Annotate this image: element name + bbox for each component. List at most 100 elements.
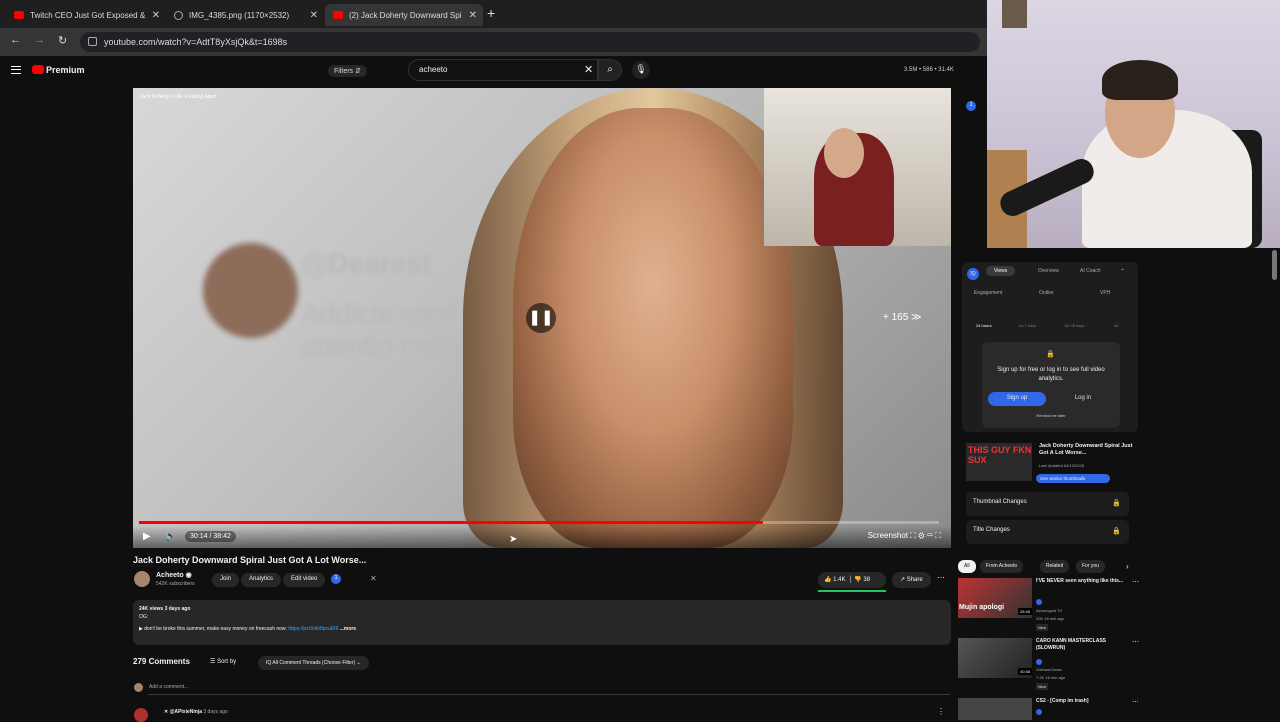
signup-overlay: 🔒 Sign up for free or log in to see full… — [982, 342, 1120, 428]
badge-icon — [1036, 709, 1042, 715]
tab-title: (2) Jack Doherty Downward Spi — [349, 10, 462, 20]
channel-name: GothamChess — [1036, 667, 1062, 672]
edit-video-button[interactable]: Edit video — [283, 573, 326, 587]
divider — [148, 694, 950, 695]
search-button[interactable]: ⌕ — [598, 59, 622, 81]
thumbnail-changes-row[interactable]: Thumbnail Changes 🔒 — [966, 492, 1129, 516]
tab-overview[interactable]: Overview — [1038, 268, 1059, 274]
sort-icon: ☰ — [210, 659, 216, 665]
blurred-avatar — [203, 243, 298, 338]
video-thumbnail[interactable]: THIS GUY FKN SUX — [966, 443, 1032, 481]
tab-views[interactable]: Views — [986, 266, 1016, 276]
signup-button[interactable]: Sign up — [988, 392, 1046, 406]
more-actions-icon[interactable]: ⋯ — [937, 573, 945, 582]
close-icon[interactable]: ✕ — [310, 10, 318, 21]
chevron-right-icon[interactable]: › — [1126, 562, 1129, 571]
more-link[interactable]: ...more — [340, 626, 356, 632]
url-bar[interactable]: youtube.com/watch?v=AdtT8yXsjQk&t=1698s — [80, 32, 980, 52]
share-button[interactable]: ↗ Share — [892, 572, 931, 588]
channel-name: Asmongold TV — [1036, 608, 1063, 613]
mic-icon[interactable]: 🎙 — [632, 61, 650, 79]
add-comment-input[interactable]: Add a comment... — [149, 684, 188, 690]
thumbs-up-icon: 👍 — [824, 577, 832, 583]
join-button[interactable]: Join — [212, 573, 240, 587]
recommended-video[interactable]: 40:48 CARO KANN MASTERCLASS (SLOWRUN) Go… — [958, 638, 1139, 693]
player-right-controls[interactable]: Screenshot ⛶ ⚙ ▭ ⛶ — [868, 531, 941, 541]
like-dislike-button[interactable]: 👍 1.4K │ 👎 38 — [818, 572, 886, 588]
filters-button[interactable]: Filters ⇵ — [328, 65, 367, 77]
blurred-tweet-handle: @Dearest — [301, 248, 432, 279]
video-meta: 20K 18 min ago — [1036, 616, 1065, 621]
comment-author[interactable]: @APixieNinja — [170, 709, 202, 715]
youtube-icon — [14, 11, 24, 19]
chip-from-channel[interactable]: From Acheeto — [980, 560, 1024, 573]
range-7d[interactable]: 1st 7 days — [1018, 323, 1036, 328]
pause-icon[interactable]: ❚❚ — [526, 303, 556, 333]
channel-avatar[interactable] — [134, 571, 150, 587]
description-line: OG: — [139, 614, 149, 620]
analytics-panel: IQ Views Overview AI Coach ⌃ Engagement … — [962, 262, 1138, 432]
comment-header: ✕ @APixieNinja 3 days ago — [164, 709, 228, 715]
forward-icon[interactable]: → — [34, 34, 45, 46]
clear-icon[interactable]: ✕ — [584, 63, 593, 76]
recommended-video[interactable]: CS2 - [Comp im trash] ⋯ — [958, 698, 1138, 720]
streamer-webcam — [764, 88, 951, 246]
search-input[interactable]: acheeto — [408, 59, 598, 81]
similar-thumbnails-button[interactable]: See similar thumbnails — [1036, 474, 1110, 483]
description-link[interactable]: https://pxl.link/8pcuEf6 — [288, 626, 338, 632]
chip-related[interactable]: Related — [1040, 560, 1070, 573]
sort-button[interactable]: ☰ Sort by — [210, 658, 236, 665]
comment-filter-select[interactable]: IQ All Comment Threads (Choose Filter) ⌄ — [258, 656, 369, 670]
channel-name[interactable]: Acheeto ◉ — [156, 571, 192, 579]
skip-forward-label[interactable]: + 165 ≫ — [883, 312, 922, 323]
back-icon[interactable]: ← — [10, 34, 21, 46]
analytics-button[interactable]: Analytics — [241, 573, 282, 587]
lock-icon: 🔒 — [1046, 351, 1055, 358]
duration: 28:46 — [1018, 608, 1033, 615]
video-player[interactable]: @Dearest Addicte cted to attentio rminati… — [133, 88, 951, 548]
more-actions-icon[interactable]: ⋮ — [937, 707, 945, 716]
more-actions-icon[interactable]: ⋯ — [1132, 698, 1138, 706]
youtube-logo-icon[interactable] — [32, 65, 44, 74]
reload-icon[interactable]: ↻ — [58, 34, 67, 47]
browser-tab[interactable]: IMG_4385.png (1170×2532) ✕ — [166, 4, 324, 26]
lock-icon: 🔒 — [1112, 500, 1121, 507]
play-icon[interactable]: ▶ — [143, 531, 151, 542]
close-icon[interactable]: ✕ — [370, 574, 377, 583]
new-tab-icon[interactable]: + — [487, 5, 495, 21]
collapse-icon[interactable]: ⌃ — [1120, 268, 1125, 275]
range-28d[interactable]: 1st 28 days — [1064, 323, 1084, 328]
browser-tab-active[interactable]: (2) Jack Doherty Downward Spi ✕ — [325, 4, 483, 26]
more-actions-icon[interactable]: ⋯ — [1132, 578, 1139, 586]
range-24h[interactable]: 24 hours — [976, 323, 992, 328]
progress-fill — [139, 521, 763, 524]
chip-all[interactable]: All — [958, 560, 976, 573]
close-icon[interactable]: ✕ — [469, 10, 477, 21]
like-ratio-bar — [818, 590, 886, 592]
more-actions-icon[interactable]: ⋯ — [1132, 638, 1139, 646]
chip-for-you[interactable]: For you — [1076, 560, 1105, 573]
title-changes-row[interactable]: Title Changes 🔒 — [966, 520, 1129, 544]
login-button[interactable]: Log in — [1054, 392, 1112, 406]
tab-ai-coach[interactable]: AI Coach — [1080, 268, 1101, 274]
recommended-video[interactable]: Mujin apologi 28:46 I'VE NEVER seen anyt… — [958, 578, 1139, 633]
thumbs-down-icon: 👎 — [854, 577, 862, 583]
notification-badge[interactable]: 1 — [331, 574, 341, 584]
scrollbar[interactable] — [1272, 250, 1277, 280]
filters-label: Filters — [334, 68, 354, 75]
description-box[interactable]: 24K views 3 days ago OG: ▶ don't be brok… — [133, 600, 951, 645]
browser-tab[interactable]: Twitch CEO Just Got Exposed & ✕ — [6, 4, 166, 26]
site-info-icon[interactable] — [88, 37, 97, 46]
range-all[interactable]: All — [1114, 323, 1118, 328]
notification-badge[interactable]: 1 — [966, 101, 976, 111]
time-display: 30:14 / 38:42 — [185, 531, 236, 542]
volume-icon[interactable]: 🔈 — [165, 531, 176, 542]
close-icon[interactable]: ✕ — [152, 10, 160, 21]
remind-later-link[interactable]: Remind me later — [992, 413, 1110, 418]
share-icon: ↗ — [900, 577, 906, 583]
brand-label[interactable]: Premium — [46, 65, 85, 75]
video-title: Jack Doherty Downward Spiral Just Got A … — [133, 555, 367, 565]
progress-bar[interactable] — [139, 521, 939, 524]
menu-icon[interactable] — [11, 66, 21, 74]
video-title: CARO KANN MASTERCLASS (SLOWRUN) — [1036, 638, 1106, 651]
